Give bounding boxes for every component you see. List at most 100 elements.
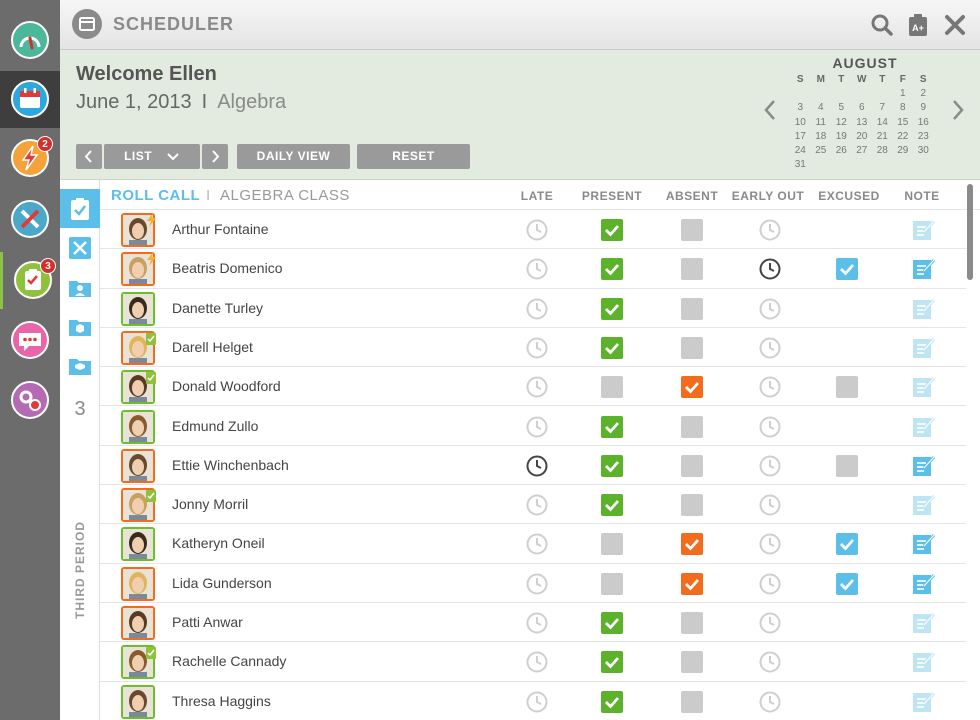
list-dropdown-button[interactable]: LIST [104, 144, 200, 169]
student-avatar[interactable] [121, 252, 156, 287]
student-row[interactable]: Danette Turley [100, 289, 966, 328]
early-out-clock-icon[interactable] [758, 375, 782, 399]
calendar-day[interactable]: 6 [852, 101, 873, 115]
calendar-day[interactable]: 9 [913, 101, 934, 115]
present-checkbox[interactable] [600, 375, 624, 399]
calendar-day[interactable]: 12 [831, 116, 852, 130]
present-checkbox[interactable] [600, 454, 624, 478]
calendar-day[interactable]: 22 [893, 130, 914, 144]
student-avatar[interactable] [121, 488, 156, 523]
student-avatar[interactable] [121, 370, 156, 405]
late-clock-icon[interactable] [525, 650, 549, 674]
calendar-day[interactable]: 4 [811, 101, 832, 115]
tab-materials-folder[interactable] [60, 306, 100, 345]
student-row[interactable]: Jonny Morril [100, 485, 966, 525]
absent-checkbox[interactable] [680, 218, 704, 242]
calendar-day[interactable]: 5 [831, 101, 852, 115]
calendar-day[interactable]: 25 [811, 144, 832, 158]
calendar-day[interactable]: 3 [790, 101, 811, 115]
present-checkbox[interactable] [600, 415, 624, 439]
calendar-day[interactable]: 16 [913, 116, 934, 130]
student-row[interactable]: Rachelle Cannady [100, 642, 966, 682]
note-edit-icon[interactable] [912, 375, 936, 399]
tab-books-folder[interactable] [60, 345, 100, 384]
student-avatar[interactable] [121, 291, 155, 326]
tab-tools[interactable] [60, 228, 100, 267]
present-checkbox[interactable] [600, 650, 624, 674]
rail-button-calendar[interactable] [0, 71, 60, 128]
calendar-day[interactable]: 15 [893, 116, 914, 130]
absent-checkbox[interactable] [680, 375, 704, 399]
note-edit-icon[interactable] [912, 611, 936, 635]
present-checkbox[interactable] [600, 257, 624, 281]
list-prev-button[interactable] [76, 144, 102, 169]
calendar-day[interactable]: 26 [831, 144, 852, 158]
rail-button-roll-call-clipboard[interactable]: 3 [0, 252, 60, 309]
calendar-next-button[interactable] [950, 98, 966, 122]
table-scrollbar[interactable] [967, 184, 973, 280]
early-out-clock-icon[interactable] [758, 690, 782, 714]
excused-checkbox[interactable] [835, 532, 859, 556]
student-avatar[interactable] [121, 330, 156, 365]
calendar-day[interactable]: 24 [790, 144, 811, 158]
note-edit-icon[interactable] [912, 650, 936, 674]
student-row[interactable]: Ettie Winchenbach [100, 446, 966, 486]
early-out-clock-icon[interactable] [758, 532, 782, 556]
calendar-day[interactable]: 23 [913, 130, 934, 144]
calendar-day[interactable]: 21 [872, 130, 893, 144]
rail-button-chat-bubble[interactable] [0, 312, 60, 369]
absent-checkbox[interactable] [680, 297, 704, 321]
calendar-day[interactable]: 30 [913, 144, 934, 158]
present-checkbox[interactable] [600, 218, 624, 242]
excused-checkbox[interactable] [835, 257, 859, 281]
late-clock-icon[interactable] [525, 572, 549, 596]
calendar-day[interactable]: 29 [893, 144, 914, 158]
note-edit-icon[interactable] [912, 297, 936, 321]
absent-checkbox[interactable] [680, 650, 704, 674]
early-out-clock-icon[interactable] [758, 415, 782, 439]
rail-button-lightning-alert[interactable]: 2 [0, 130, 60, 187]
calendar-day[interactable]: 11 [811, 116, 832, 130]
calendar-day[interactable]: 7 [872, 101, 893, 115]
close-icon[interactable] [942, 12, 968, 38]
absent-checkbox[interactable] [680, 611, 704, 635]
calendar-day[interactable]: 28 [872, 144, 893, 158]
early-out-clock-icon[interactable] [758, 336, 782, 360]
note-edit-icon[interactable] [912, 690, 936, 714]
present-checkbox[interactable] [600, 572, 624, 596]
student-row[interactable]: Donald Woodford [100, 367, 966, 407]
calendar-day[interactable]: 1 [893, 87, 914, 101]
excused-checkbox[interactable] [835, 572, 859, 596]
note-edit-icon[interactable] [912, 218, 936, 242]
rail-button-tools[interactable] [0, 191, 60, 248]
calendar-day[interactable]: 31 [790, 158, 811, 172]
reset-button[interactable]: RESET [357, 144, 470, 169]
late-clock-icon[interactable] [525, 257, 549, 281]
search-icon[interactable] [869, 12, 895, 38]
present-checkbox[interactable] [600, 611, 624, 635]
note-edit-icon[interactable] [912, 454, 936, 478]
absent-checkbox[interactable] [680, 415, 704, 439]
student-row[interactable]: Katheryn Oneil [100, 524, 966, 564]
present-checkbox[interactable] [600, 297, 624, 321]
present-checkbox[interactable] [600, 690, 624, 714]
absent-checkbox[interactable] [680, 336, 704, 360]
calendar-day[interactable]: 2 [913, 87, 934, 101]
note-edit-icon[interactable] [912, 415, 936, 439]
present-checkbox[interactable] [600, 336, 624, 360]
student-avatar[interactable] [121, 606, 155, 640]
student-avatar[interactable] [121, 645, 156, 680]
absent-checkbox[interactable] [680, 532, 704, 556]
note-edit-icon[interactable] [912, 257, 936, 281]
excused-checkbox[interactable] [835, 375, 859, 399]
absent-checkbox[interactable] [680, 493, 704, 517]
early-out-clock-icon[interactable] [758, 493, 782, 517]
late-clock-icon[interactable] [525, 690, 549, 714]
list-next-button[interactable] [202, 144, 228, 169]
calendar-day[interactable]: 10 [790, 116, 811, 130]
note-edit-icon[interactable] [912, 572, 936, 596]
early-out-clock-icon[interactable] [758, 218, 782, 242]
early-out-clock-icon[interactable] [758, 257, 782, 281]
daily-view-button[interactable]: DAILY VIEW [237, 144, 350, 169]
early-out-clock-icon[interactable] [758, 297, 782, 321]
